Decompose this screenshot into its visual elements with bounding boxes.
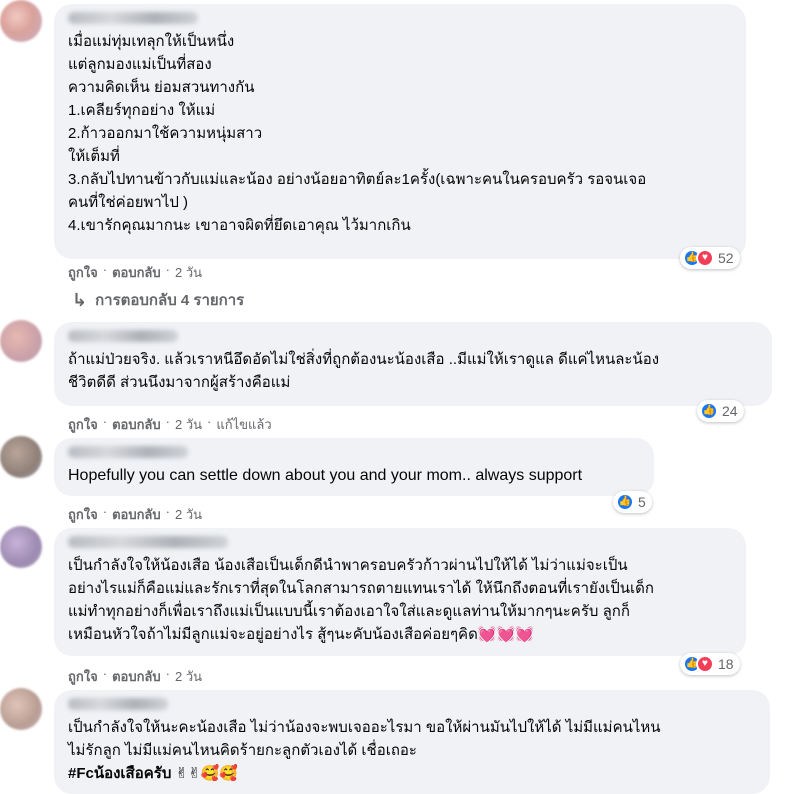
comment-bubble: Hopefully you can settle down about you … <box>54 438 654 496</box>
author-name-blurred[interactable] <box>68 536 228 548</box>
love-icon: ♥ <box>696 249 714 267</box>
like-icon: 👍 <box>700 402 718 420</box>
love-icon: ♥ <box>696 655 714 673</box>
reply-button[interactable]: ตอบกลับ <box>112 262 161 283</box>
avatar[interactable] <box>0 436 42 478</box>
author-name-blurred[interactable] <box>68 698 168 710</box>
avatar[interactable] <box>0 688 42 730</box>
reaction-summary[interactable]: 👍 24 <box>697 400 744 422</box>
comment-hashtag-line: #Fcน้องเสือครับ ✌✌🥰🥰 <box>68 762 756 785</box>
reaction-summary[interactable]: 👍 ♥ 52 <box>680 247 740 269</box>
comment-text: ถ้าแม่ป่วยจริง. แล้วเราหนีอึดอัดไม่ใช่สิ… <box>68 351 660 391</box>
timestamp[interactable]: 2 วัน <box>175 504 202 525</box>
like-button[interactable]: ถูกใจ <box>68 504 98 525</box>
avatar[interactable] <box>0 526 42 568</box>
like-button[interactable]: ถูกใจ <box>68 262 98 283</box>
author-name-blurred[interactable] <box>68 12 198 24</box>
timestamp[interactable]: 2 วัน <box>175 262 202 283</box>
reaction-count: 18 <box>718 656 734 672</box>
edited-label: แก้ไขแล้ว <box>216 417 272 432</box>
comment-text: เมื่อแม่ทุ่มเทลุกให้เป็นหนึ่ง แต่ลูกมองแ… <box>68 33 647 234</box>
avatar[interactable] <box>0 320 42 362</box>
comment-bubble: ถ้าแม่ป่วยจริง. แล้วเราหนีอึดอัดไม่ใช่สิ… <box>54 322 772 406</box>
reaction-count: 24 <box>722 403 738 419</box>
hashtag-link[interactable]: #Fcน้องเสือครับ <box>68 765 171 782</box>
reaction-count: 52 <box>718 250 734 266</box>
comment-bubble: เป็นกำลังใจให้น้องเสือ น้องเสือเป็นเด็กด… <box>54 528 746 656</box>
comment-actions: ถูกใจ · ตอบกลับ · 2 วัน <box>68 666 202 687</box>
comment-actions: ถูกใจ · ตอบกลับ · 2 วัน <box>68 262 202 283</box>
comment-bubble: เมื่อแม่ทุ่มเทลุกให้เป็นหนึ่ง แต่ลูกมองแ… <box>54 4 746 259</box>
reaction-summary[interactable]: 👍 5 <box>613 491 652 513</box>
comment-text: เป็นกำลังใจให้น้องเสือ น้องเสือเป็นเด็กด… <box>68 557 655 643</box>
replies-label: การตอบกลับ 4 รายการ <box>95 292 245 309</box>
avatar[interactable] <box>0 0 42 42</box>
like-button[interactable]: ถูกใจ <box>68 414 98 435</box>
like-button[interactable]: ถูกใจ <box>68 666 98 687</box>
comment-actions: ถูกใจ · ตอบกลับ · 2 วัน <box>68 504 202 525</box>
reaction-summary[interactable]: 👍 ♥ 18 <box>680 653 740 675</box>
comment-actions: ถูกใจ · ตอบกลับ · 2 วัน · แก้ไขแล้ว <box>68 414 272 435</box>
emojis: ✌✌🥰🥰 <box>175 765 239 782</box>
reply-button[interactable]: ตอบกลับ <box>112 414 161 435</box>
reply-button[interactable]: ตอบกลับ <box>112 504 161 525</box>
view-replies-link[interactable]: ↳ การตอบกลับ 4 รายการ <box>72 288 244 312</box>
like-icon: 👍 <box>616 493 634 511</box>
comment-text: Hopefully you can settle down about you … <box>68 467 583 484</box>
reply-button[interactable]: ตอบกลับ <box>112 666 161 687</box>
timestamp[interactable]: 2 วัน <box>175 414 202 435</box>
comment-bubble: เป็นกำลังใจให้นะคะน้องเสือ ไม่ว่าน้องจะพ… <box>54 690 770 794</box>
author-name-blurred[interactable] <box>68 330 178 342</box>
reaction-count: 5 <box>638 494 646 510</box>
comment-text: เป็นกำลังใจให้นะคะน้องเสือ ไม่ว่าน้องจะพ… <box>68 719 661 759</box>
author-name-blurred[interactable] <box>68 446 188 458</box>
timestamp[interactable]: 2 วัน <box>175 666 202 687</box>
heart-emojis: 💓💓💓 <box>477 626 534 643</box>
reply-arrow-icon: ↳ <box>72 289 88 310</box>
